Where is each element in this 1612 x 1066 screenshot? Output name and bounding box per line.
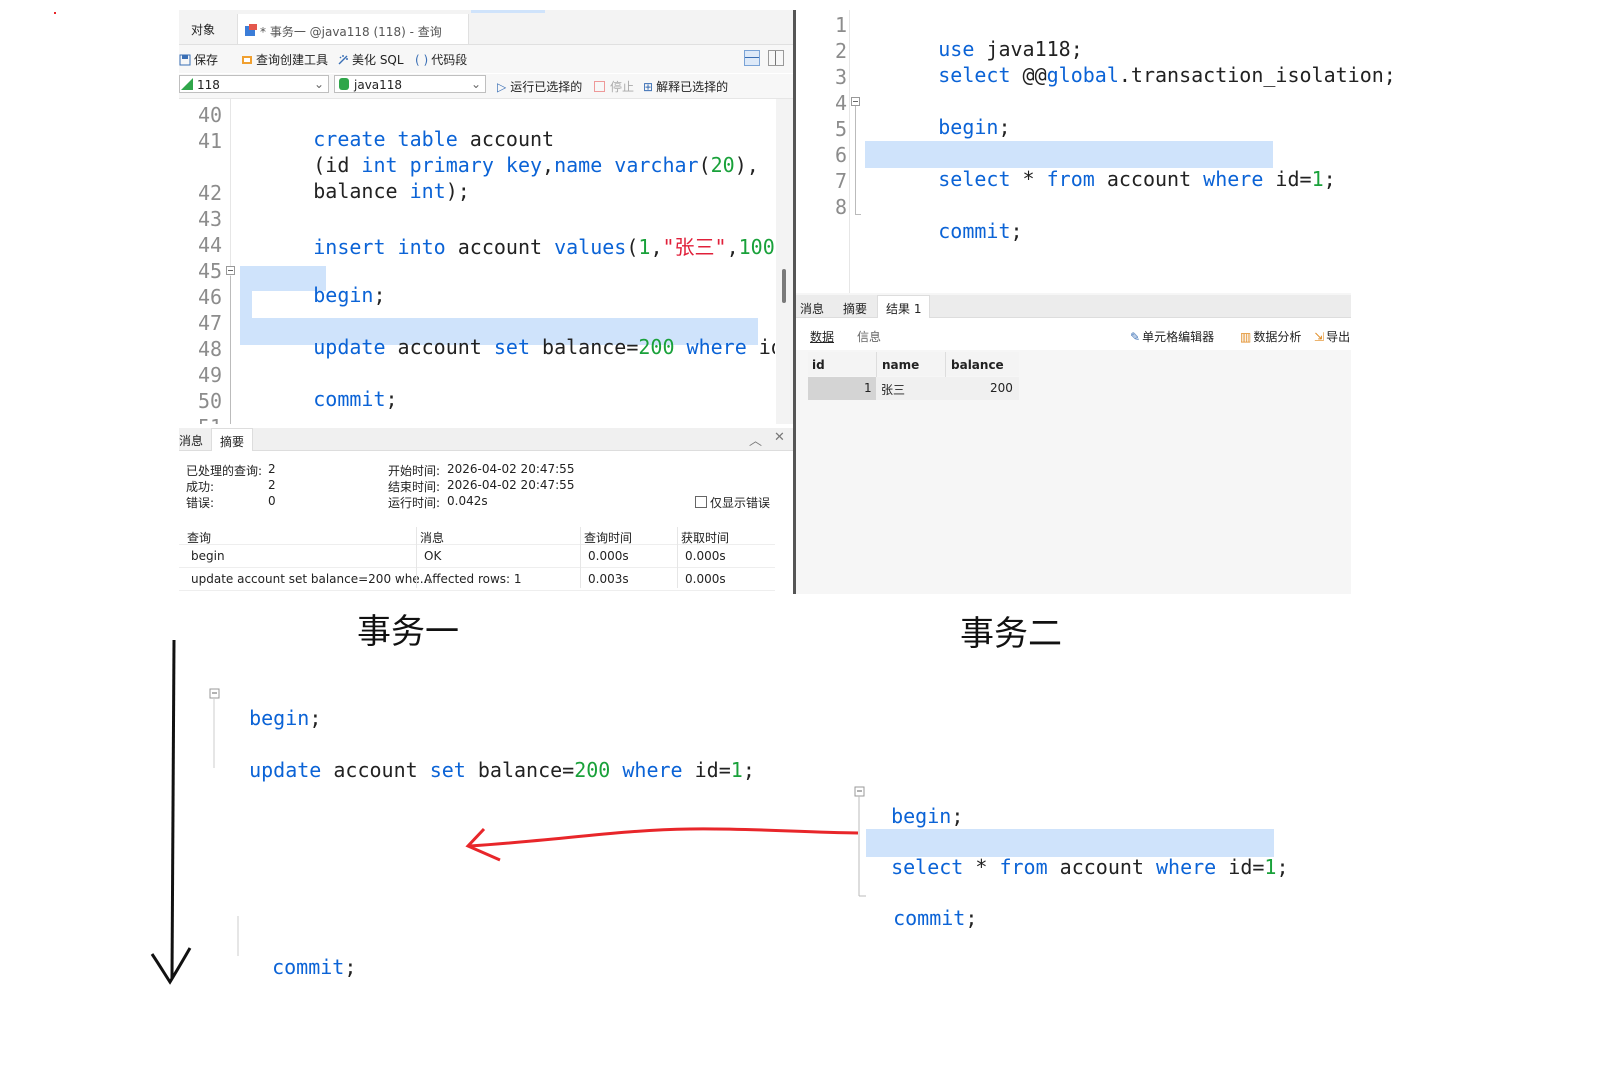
diagram-tx1-update: update account set balance=200 where id=… [249,758,755,782]
diagram-tx2-select: select * from account where id=1; [891,855,1289,879]
red-arrow [469,827,859,848]
diagram-tx2-begin: begin; [891,804,964,828]
timeline-diagram [150,639,1274,985]
diagram-tx1-begin: begin; [249,706,322,730]
diagram-tx1-commit: commit; [272,955,357,979]
diagram-tx2-commit: commit; [893,906,978,930]
stray-dot [54,12,56,14]
timeline-arrow [170,639,176,979]
